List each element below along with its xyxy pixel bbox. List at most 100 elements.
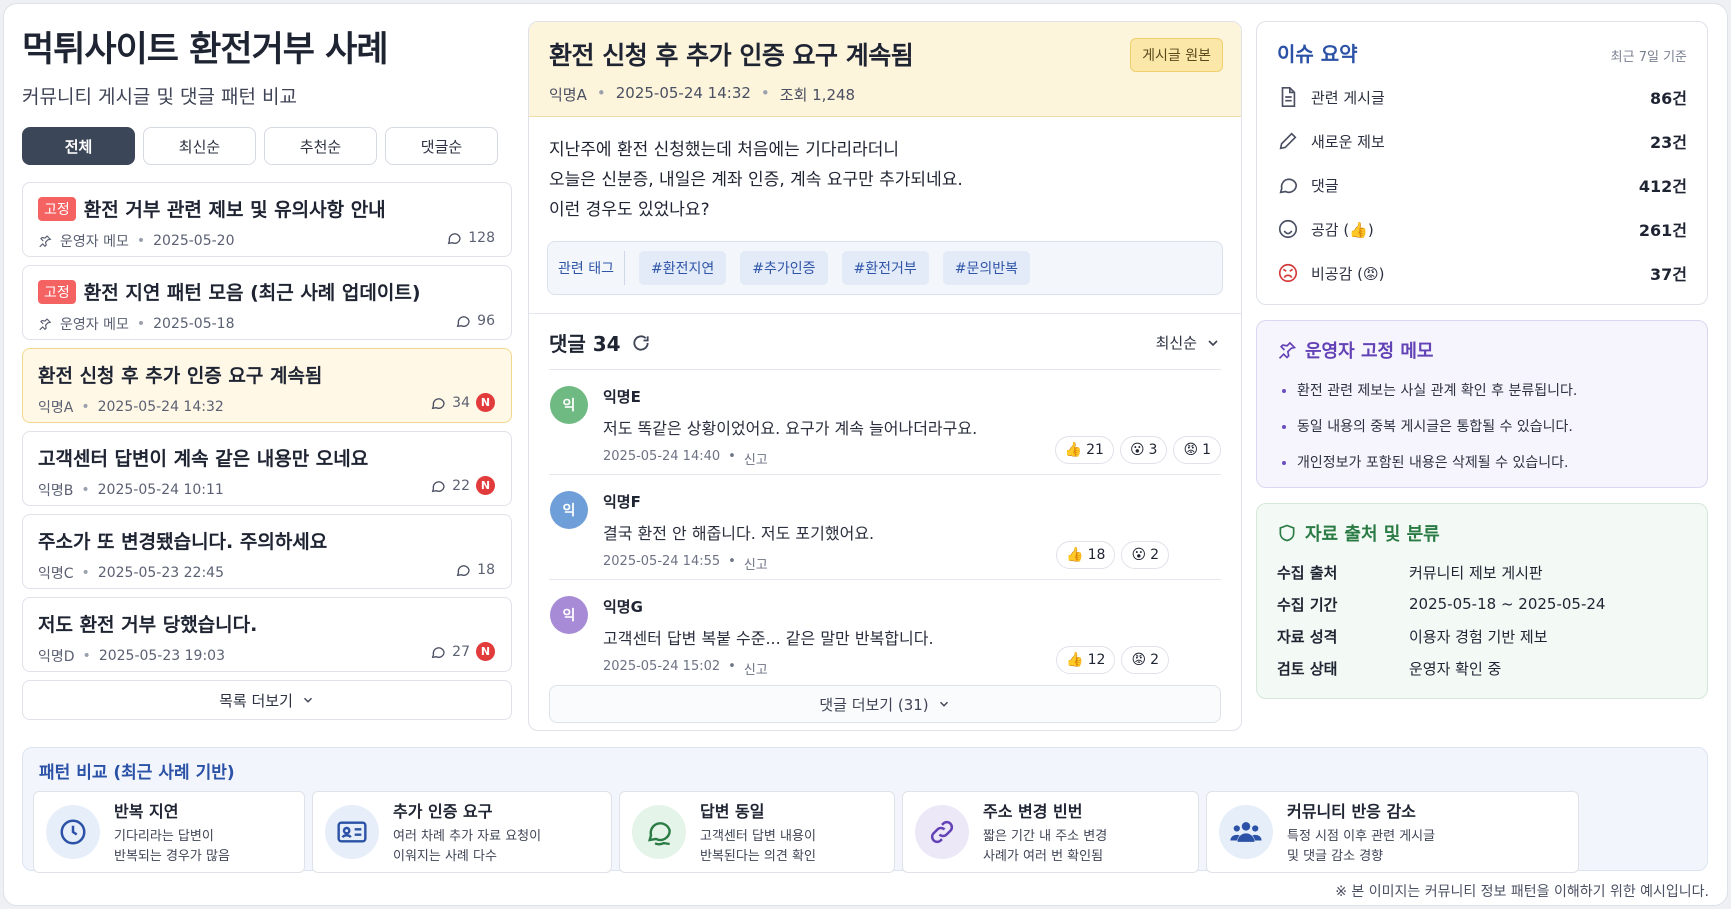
- pattern-card: 답변 동일 고객센터 답변 내용이 반복된다는 의견 확인: [619, 791, 895, 873]
- reaction-angry[interactable]: 😡 2: [1121, 646, 1169, 674]
- tab-latest[interactable]: 최신순: [143, 127, 256, 165]
- report-link[interactable]: 신고: [744, 554, 768, 573]
- avatar: 익: [550, 386, 588, 424]
- chat-icon: [1279, 178, 1298, 194]
- chat-bubbles-icon: [648, 822, 671, 846]
- summary-row: 새로운 제보 23건: [1277, 119, 1687, 163]
- reaction-angry[interactable]: 😡 1: [1173, 436, 1221, 464]
- comment-author: 익명E: [603, 388, 641, 406]
- smile-icon: [1278, 219, 1298, 239]
- summary-note: 최근 7일 기준: [1610, 50, 1687, 65]
- post-date: 2025-05-18: [153, 316, 235, 332]
- source-card: 자료 출처 및 분류 수집 출처 커뮤니티 제보 게시판 수집 기간 2025-05…: [1256, 503, 1708, 699]
- avatar: 익: [550, 596, 588, 634]
- tab-recommended[interactable]: 추천순: [264, 127, 377, 165]
- reaction-like[interactable]: 👍 18: [1056, 541, 1116, 569]
- tag-chip[interactable]: #추가인증: [740, 251, 828, 285]
- comment-date: 2025-05-24 14:55: [603, 554, 721, 569]
- page-subtitle: 커뮤니티 게시글 및 댓글 패턴 비교: [22, 86, 297, 108]
- post-item[interactable]: 고객센터 답변이 계속 같은 내용만 오네요 익명B • 2025-05-24 …: [22, 431, 512, 506]
- reaction-like[interactable]: 👍 21: [1054, 436, 1114, 464]
- post-item[interactable]: 고정 환전 거부 관련 제보 및 유의사항 안내 운영자 메모 • 2025-0…: [22, 182, 512, 257]
- comment-count: 18: [477, 562, 495, 578]
- comments-more-button[interactable]: 댓글 더보기 (31): [549, 685, 1221, 723]
- refresh-icon[interactable]: [631, 333, 651, 353]
- post-date: 2025-05-23 22:45: [97, 565, 224, 581]
- comments-more-label: 댓글 더보기 (31): [819, 695, 929, 714]
- comment-count: 34: [452, 394, 470, 411]
- pattern-compare-panel: 패턴 비교 (최근 사례 기반) 반복 지연 기다리라는 답변이 반복되는 경우가…: [22, 747, 1708, 873]
- pinned-badge: 고정: [38, 196, 76, 221]
- post-title: 환전 신청 후 추가 인증 요구 계속됨: [38, 365, 323, 387]
- article-panel: 환전 신청 후 추가 인증 요구 계속됨 게시글 원본 익명A • 2025-0…: [528, 21, 1242, 731]
- pin-icon: [39, 235, 52, 248]
- post-item[interactable]: 고정 환전 지연 패턴 모음 (최근 사례 업데이트) 운영자 메모 • 202…: [22, 265, 512, 340]
- comment-author: 익명G: [603, 598, 643, 616]
- tag-chip[interactable]: #문의반복: [942, 251, 1031, 285]
- reaction-wow[interactable]: 😮 3: [1119, 436, 1168, 464]
- post-item[interactable]: 저도 환전 거부 당했습니다. 익명D • 2025-05-23 19:03 2…: [22, 597, 512, 672]
- post-author: 익명C: [38, 566, 74, 582]
- document-icon: [1281, 87, 1296, 107]
- post-item[interactable]: 주소가 또 변경됐습니다. 주의하세요 익명C • 2025-05-23 22:…: [22, 514, 512, 589]
- comment-icon: [431, 397, 445, 409]
- chevron-down-icon: [1208, 339, 1218, 346]
- id-card-icon: [337, 821, 367, 843]
- report-link[interactable]: 신고: [744, 449, 768, 468]
- tag-chip[interactable]: #환전거부: [841, 251, 929, 285]
- sort-label: 최신순: [1155, 334, 1197, 352]
- post-author: 익명D: [38, 649, 75, 665]
- comment-count: 22: [452, 477, 470, 494]
- post-author: 운영자 메모: [60, 234, 129, 250]
- pencil-icon: [1279, 132, 1297, 150]
- comment-sort-dropdown[interactable]: 최신순: [1156, 332, 1221, 353]
- new-badge: N: [476, 642, 495, 661]
- comment-count: 96: [477, 313, 495, 329]
- post-date: 2025-05-24 14:32: [97, 399, 224, 415]
- post-title: 주소가 또 변경됐습니다. 주의하세요: [38, 531, 328, 553]
- link-icon: [930, 820, 954, 844]
- avatar: 익: [550, 491, 588, 529]
- body-line: 이런 경우도 있었나요?: [549, 200, 710, 220]
- report-link[interactable]: 신고: [744, 659, 768, 678]
- comment-icon: [431, 646, 445, 658]
- tag-label: 관련 태그: [558, 251, 625, 285]
- source-row: 자료 성격 이용자 경험 기반 제보: [1277, 627, 1548, 646]
- article-date: 2025-05-24 14:32: [615, 84, 751, 102]
- post-author: 운영자 메모: [60, 317, 129, 333]
- pattern-title: 패턴 비교 (최근 사례 기반): [39, 763, 235, 783]
- source-row: 수집 기간 2025-05-18 ~ 2025-05-24: [1277, 595, 1606, 614]
- tag-chip[interactable]: #환전지연: [638, 251, 727, 285]
- chevron-down-icon: [303, 697, 312, 703]
- memo-item: 개인정보가 포함된 내용은 삭제될 수 있습니다.: [1297, 445, 1687, 481]
- footnote: ※ 본 이미지는 커뮤니티 정보 패턴을 이해하기 위한 예시입니다.: [1335, 884, 1709, 900]
- list-more-button[interactable]: 목록 더보기: [22, 680, 512, 720]
- comment-icon: [456, 565, 470, 577]
- reaction-like[interactable]: 👍 12: [1056, 646, 1116, 674]
- comment-icon: [456, 316, 470, 328]
- list-more-label: 목록 더보기: [219, 691, 293, 710]
- article-title: 환전 신청 후 추가 인증 요구 계속됨: [549, 41, 914, 70]
- original-post-button[interactable]: 게시글 원본: [1130, 38, 1223, 72]
- tab-comments[interactable]: 댓글순: [385, 127, 498, 165]
- pinned-badge: 고정: [38, 279, 76, 304]
- comment-date: 2025-05-24 15:02: [603, 659, 721, 674]
- reaction-wow[interactable]: 😮 2: [1121, 541, 1169, 569]
- page-title: 먹튀사이트 환전거부 사례: [22, 30, 389, 70]
- comment-item: 익 익명G 고객센터 답변 복붙 수준... 같은 말만 반복합니다. 2025…: [549, 580, 1221, 685]
- memo-title: 운영자 고정 메모: [1305, 341, 1434, 362]
- tag-box: 관련 태그 #환전지연 #추가인증 #환전거부 #문의반복: [547, 241, 1223, 295]
- post-author: 익명B: [38, 483, 74, 499]
- pattern-card: 반복 지연 기다리라는 답변이 반복되는 경우가 많음: [33, 791, 305, 873]
- comments-header: 댓글 34 최신순: [529, 314, 1241, 357]
- comment-author: 익명F: [603, 493, 641, 511]
- comments-title: 댓글 34: [549, 332, 621, 356]
- new-badge: N: [476, 476, 495, 495]
- comment-item: 익 익명F 결국 환전 안 해줍니다. 저도 포기했어요. 2025-05-24…: [549, 475, 1221, 580]
- post-list: 고정 환전 거부 관련 제보 및 유의사항 안내 운영자 메모 • 2025-0…: [22, 182, 512, 672]
- tab-all[interactable]: 전체: [22, 127, 135, 165]
- reaction-group: 👍 12 😡 2: [1056, 646, 1169, 674]
- body-line: 지난주에 환전 신청했는데 처음에는 기다리라더니: [549, 140, 900, 160]
- issue-summary-card: 이슈 요약 최근 7일 기준 관련 게시글 86건 새로운 제보 23건 댓글 …: [1256, 21, 1708, 305]
- post-item-selected[interactable]: 환전 신청 후 추가 인증 요구 계속됨 익명A • 2025-05-24 14…: [22, 348, 512, 423]
